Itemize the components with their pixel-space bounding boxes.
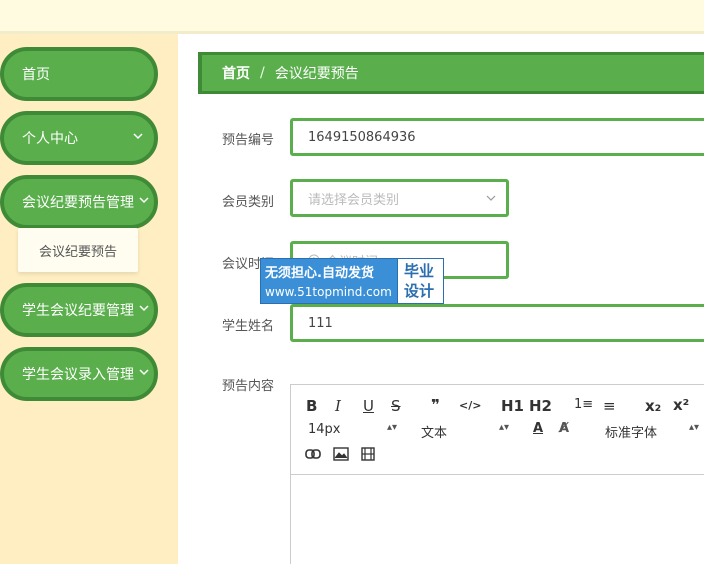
italic-button[interactable]: I: [335, 397, 341, 415]
breadcrumb-current: 会议纪要预告: [274, 66, 359, 82]
editor-toolbar: B I U S ❞ </> H1 H2 1≡ ≡ x₂ x² 14px ▴▾ 文…: [291, 385, 704, 475]
watermark-line1: 无须担心.自动发货: [265, 266, 374, 281]
submenu-item-notice[interactable]: 会议纪要预告: [18, 228, 138, 272]
content-label: 预告内容: [222, 379, 275, 394]
breadcrumb: 首页 / 会议纪要预告: [198, 52, 704, 94]
chevron-down-icon: [139, 305, 149, 312]
chevron-down-icon: [139, 369, 149, 376]
rich-text-editor[interactable]: B I U S ❞ </> H1 H2 1≡ ≡ x₂ x² 14px ▴▾ 文…: [290, 384, 704, 564]
code-block-button[interactable]: </>: [459, 399, 481, 412]
watermark-banner: 无须担心.自动发货 www.51topmind.com 毕业 设计: [260, 258, 444, 304]
underline-button[interactable]: U: [363, 397, 374, 415]
sidebar: 首页 个人中心 会议纪要预告管理 会议纪要预告 学生会议纪要管理 学生会议录入管…: [0, 34, 178, 564]
sidebar-item-personal-center[interactable]: 个人中心: [0, 111, 158, 165]
ordered-list-button[interactable]: 1≡: [574, 397, 593, 412]
font-family-select[interactable]: 标准字体: [605, 422, 657, 441]
sidebar-item-home[interactable]: 首页: [0, 47, 158, 101]
student-name-label: 学生姓名: [222, 319, 275, 334]
text-style-select[interactable]: 文本: [421, 422, 447, 441]
member-type-select[interactable]: 请选择会员类别: [290, 179, 509, 217]
highlight-color-icon[interactable]: A̸: [559, 421, 569, 436]
chevron-down-icon: [486, 195, 496, 201]
superscript-button[interactable]: x²: [673, 396, 689, 414]
student-name-value: 111: [308, 315, 333, 331]
notice-no-label: 预告编号: [222, 133, 275, 148]
video-icon[interactable]: [361, 447, 375, 461]
notice-no-input[interactable]: 1649150864936: [290, 118, 704, 156]
text-color-icon[interactable]: A: [533, 421, 543, 436]
bold-button[interactable]: B: [306, 397, 317, 415]
chevron-down-icon: [133, 133, 143, 140]
top-bar: [0, 0, 704, 34]
student-name-input[interactable]: 111: [290, 304, 704, 342]
sidebar-item-label: 个人中心: [22, 131, 78, 147]
watermark-badge-line1: 毕业: [404, 262, 435, 280]
sidebar-item-label: 会议纪要预告管理: [22, 195, 134, 211]
sidebar-item-notice-management[interactable]: 会议纪要预告管理: [0, 175, 158, 229]
watermark-text: 无须担心.自动发货 www.51topmind.com: [261, 259, 397, 303]
member-type-label: 会员类别: [222, 195, 275, 210]
bullet-list-button[interactable]: ≡: [603, 397, 616, 415]
watermark-line2: www.51topmind.com: [265, 285, 392, 299]
watermark-badge: 毕业 设计: [397, 259, 443, 303]
link-icon[interactable]: [305, 447, 321, 461]
blockquote-button[interactable]: ❞: [431, 396, 440, 414]
sidebar-item-student-minutes[interactable]: 学生会议纪要管理: [0, 283, 158, 337]
breadcrumb-separator: /: [260, 65, 265, 81]
sidebar-item-label: 学生会议纪要管理: [22, 303, 134, 319]
sidebar-item-student-entry[interactable]: 学生会议录入管理: [0, 347, 158, 401]
strikethrough-button[interactable]: S: [391, 397, 401, 415]
member-type-placeholder: 请选择会员类别: [308, 192, 400, 208]
chevron-updown-icon: ▴▾: [387, 422, 398, 433]
submenu-item-label: 会议纪要预告: [38, 244, 117, 260]
subscript-button[interactable]: x₂: [645, 397, 661, 415]
chevron-updown-icon: ▴▾: [689, 422, 700, 433]
breadcrumb-home[interactable]: 首页: [222, 63, 250, 83]
header2-button[interactable]: H2: [529, 397, 552, 415]
chevron-down-icon: [139, 197, 149, 204]
sidebar-item-label: 学生会议录入管理: [22, 367, 134, 383]
notice-no-value: 1649150864936: [308, 129, 416, 145]
sidebar-item-label: 首页: [22, 67, 50, 83]
image-icon[interactable]: [333, 447, 349, 461]
font-size-select[interactable]: 14px: [308, 422, 341, 437]
watermark-badge-line2: 设计: [404, 282, 435, 300]
chevron-updown-icon: ▴▾: [499, 422, 510, 433]
header1-button[interactable]: H1: [501, 397, 524, 415]
